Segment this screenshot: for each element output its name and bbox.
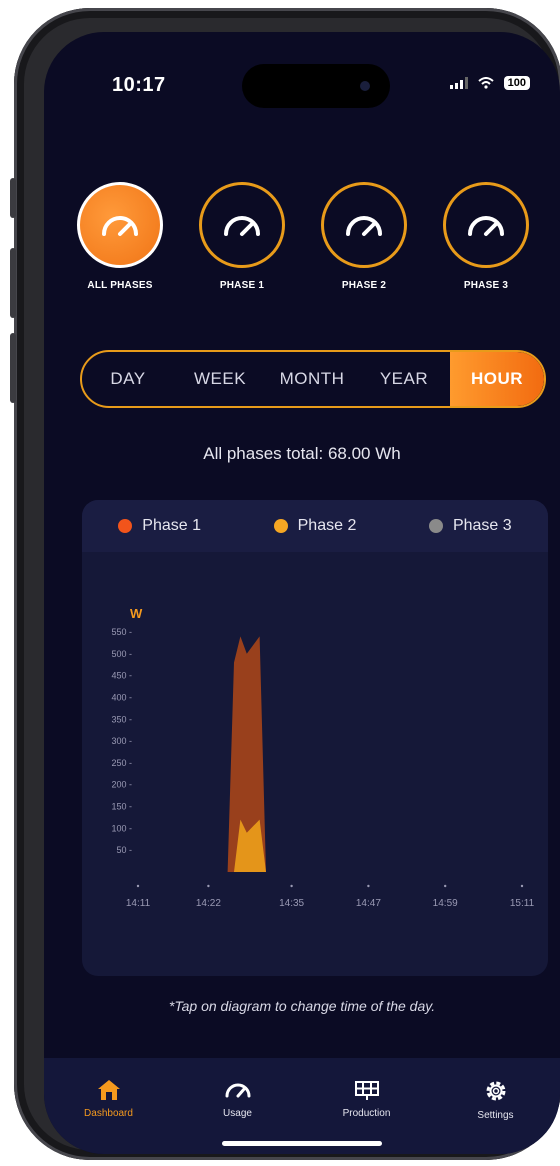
- phase-all-phases[interactable]: ALL PHASES: [72, 182, 168, 291]
- gauge-icon: [224, 216, 260, 236]
- legend-phase-2: Phase 2: [273, 517, 357, 535]
- x-tick-dot: [520, 884, 524, 888]
- y-tick-label: 450 -: [111, 671, 132, 681]
- y-tick-label: 100 -: [111, 823, 132, 833]
- gauge-icon: [346, 216, 382, 236]
- range-month[interactable]: MONTH: [266, 369, 358, 389]
- time-range-selector: DAY WEEK MONTH YEAR HOUR: [80, 350, 546, 408]
- y-tick-label: 200 -: [111, 780, 132, 790]
- x-tick-label: 14:59: [433, 898, 458, 909]
- phase-label: ALL PHASES: [87, 280, 153, 291]
- x-tick-label: 14:35: [279, 898, 304, 909]
- y-tick-label: 350 -: [111, 714, 132, 724]
- solar-panel-icon: [354, 1081, 379, 1100]
- tab-dashboard[interactable]: Dashboard: [59, 1078, 159, 1154]
- power-chart[interactable]: W 50 - 100 - 150 - 200 - 250 - 300 - 350 - 400 -…: [82, 552, 548, 976]
- status-bar: 10:17 100: [44, 64, 560, 108]
- home-indicator: [222, 1141, 382, 1146]
- x-tick-dot: [444, 884, 447, 888]
- tab-bar: Dashboard Usage Production Settings: [44, 1058, 560, 1154]
- tab-label: Dashboard: [84, 1108, 133, 1119]
- battery-indicator: 100: [503, 76, 530, 90]
- wifi-icon: [477, 77, 494, 89]
- range-day[interactable]: DAY: [82, 369, 174, 389]
- y-tick-label: 250 -: [111, 758, 132, 768]
- legend-phase-1: Phase 1: [118, 517, 201, 535]
- y-tick-label: 550 -: [111, 627, 132, 637]
- y-tick-label: 400 -: [111, 692, 132, 702]
- status-icons: 100: [449, 76, 530, 90]
- tab-label: Usage: [223, 1108, 252, 1119]
- legend-dot: [118, 519, 133, 533]
- legend-label: Phase 1: [142, 517, 202, 534]
- range-week[interactable]: WEEK: [174, 369, 266, 389]
- mute-switch: [10, 178, 16, 218]
- phase-button[interactable]: [77, 182, 163, 268]
- y-tick-label: 500 -: [111, 649, 132, 659]
- camera-dot: [360, 81, 370, 91]
- range-hour[interactable]: HOUR: [450, 352, 544, 406]
- tab-label: Settings: [477, 1110, 514, 1121]
- phase-1[interactable]: PHASE 1: [194, 182, 290, 291]
- phase-button[interactable]: [199, 182, 285, 268]
- phone-frame: 10:17 100 ALL PHASES PHASE 1 PHASE 2 PHA…: [10, 8, 560, 1160]
- app-screen: 10:17 100 ALL PHASES PHASE 1 PHASE 2 PHA…: [44, 32, 560, 1154]
- total-energy-text: All phases total: 68.00 Wh: [203, 444, 401, 463]
- phase-selector: ALL PHASES PHASE 1 PHASE 2 PHASE 3: [44, 182, 560, 302]
- x-tick-label: 14:22: [196, 898, 221, 909]
- phase-button[interactable]: [443, 182, 529, 268]
- status-time: 10:17: [112, 74, 166, 96]
- chart-hint: *Tap on diagram to change time of the da…: [168, 998, 436, 1014]
- legend-phase-3: Phase 3: [428, 517, 512, 535]
- x-tick-label: 14:11: [126, 898, 151, 909]
- phase-button[interactable]: [321, 182, 407, 268]
- legend-dot: [273, 519, 288, 533]
- y-tick-label: 150 -: [111, 802, 132, 812]
- y-axis-unit: W: [130, 606, 143, 621]
- home-icon: [97, 1080, 120, 1100]
- legend-label: Phase 2: [297, 517, 357, 534]
- y-tick-label: 300 -: [111, 736, 132, 746]
- tab-label: Production: [342, 1108, 391, 1119]
- chart-card: Phase 1 Phase 2 Phase 3 W 50 - 100 - 150 - 2…: [82, 500, 548, 976]
- range-year[interactable]: YEAR: [358, 369, 450, 389]
- x-tick-label: 15:11: [510, 898, 535, 909]
- x-tick-dot: [207, 884, 210, 888]
- phase-2[interactable]: PHASE 2: [316, 182, 412, 291]
- gauge-icon: [225, 1083, 250, 1098]
- dynamic-island: [242, 64, 390, 108]
- legend-label: Phase 3: [452, 517, 512, 534]
- gear-icon: [486, 1081, 505, 1101]
- gauge-icon: [102, 216, 138, 236]
- signal-icon: [449, 77, 468, 89]
- x-tick-label: 14:47: [356, 898, 381, 909]
- volume-down-button: [10, 333, 16, 403]
- gauge-icon: [468, 216, 504, 236]
- x-tick-dot: [367, 884, 370, 888]
- chart-legend: Phase 1 Phase 2 Phase 3: [82, 500, 548, 552]
- x-tick-dot: [136, 884, 140, 888]
- phase-3[interactable]: PHASE 3: [438, 182, 534, 291]
- legend-dot: [428, 519, 443, 533]
- tab-settings[interactable]: Settings: [446, 1078, 546, 1154]
- phase-label: PHASE 3: [463, 280, 509, 291]
- x-tick-dot: [290, 884, 293, 888]
- volume-up-button: [10, 248, 16, 318]
- phase-label: PHASE 1: [219, 280, 265, 291]
- phase-label: PHASE 2: [341, 280, 387, 291]
- y-tick-label: 50 -: [116, 845, 132, 855]
